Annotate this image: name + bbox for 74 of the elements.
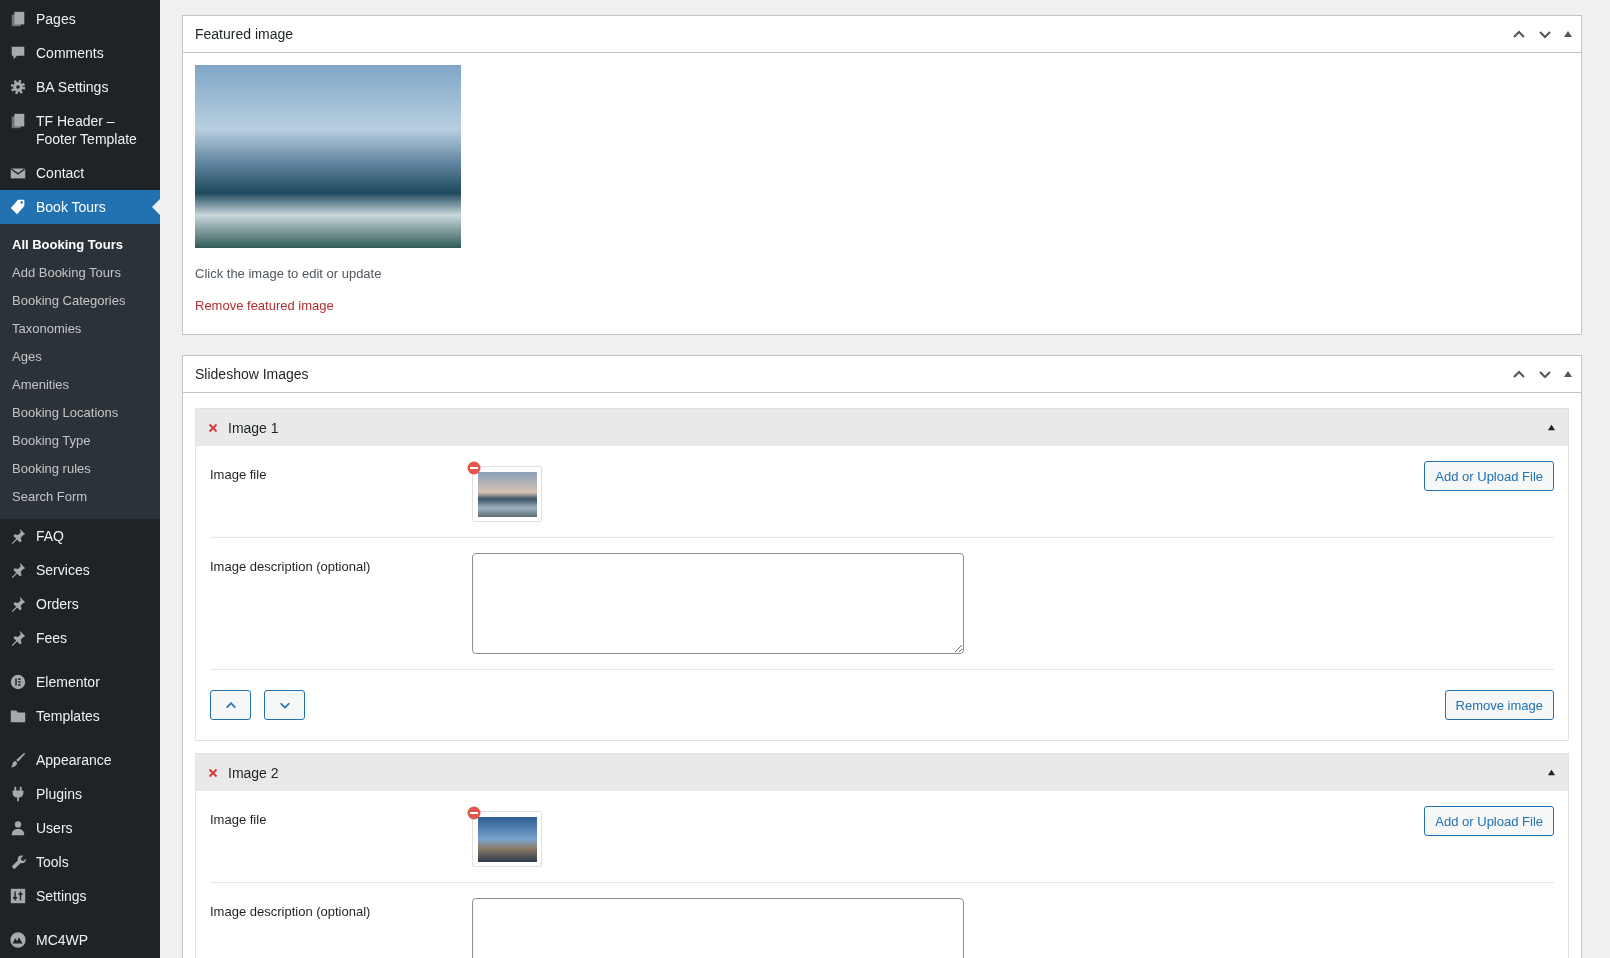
thumbnail-frame[interactable] [472, 811, 542, 867]
sidebar-item[interactable]: FAQ [0, 519, 160, 553]
collapse-triangle-icon[interactable] [1563, 29, 1573, 39]
toggle-triangle-icon[interactable] [1547, 768, 1556, 777]
sidebar-item[interactable]: Appearance [0, 743, 160, 777]
submenu-item[interactable]: Taxonomies [0, 315, 160, 343]
upload-button[interactable]: Add or Upload File [1424, 806, 1554, 836]
remove-badge-icon[interactable] [467, 461, 481, 475]
collapse-triangle-icon[interactable] [1563, 369, 1573, 379]
submenu-item[interactable]: Booking Locations [0, 399, 160, 427]
sidebar-item[interactable]: Settings [0, 879, 160, 913]
description-field[interactable] [472, 553, 964, 654]
move-down-button[interactable] [264, 690, 305, 720]
close-icon[interactable] [208, 767, 218, 778]
submenu-item[interactable]: Ages [0, 343, 160, 371]
upload-button[interactable]: Add or Upload File [1424, 461, 1554, 491]
pushpin-icon [9, 629, 27, 647]
page-icon [9, 10, 27, 28]
submenu-item[interactable]: Search Form [0, 483, 160, 511]
field-label: Image description (optional) [210, 558, 372, 574]
sidebar-item[interactable]: Comments [0, 36, 160, 70]
submenu-item[interactable]: Add Booking Tours [0, 259, 160, 287]
pushpin-icon [9, 595, 27, 613]
move-up-button[interactable] [210, 690, 251, 720]
sidebar-item[interactable]: BA Settings [0, 70, 160, 104]
photo-placeholder [477, 816, 537, 862]
gear-icon [9, 78, 27, 96]
photo-placeholder [477, 471, 537, 517]
sidebar-item[interactable]: Users [0, 811, 160, 845]
user-icon [9, 819, 27, 837]
close-icon[interactable] [208, 422, 218, 433]
sidebar-item[interactable]: Elementor [0, 665, 160, 699]
tag-icon [9, 198, 27, 216]
sliders-icon [9, 887, 27, 905]
panel-title: Featured image [195, 26, 295, 42]
submenu-item[interactable]: Booking Categories [0, 287, 160, 315]
pushpin-icon [9, 527, 27, 545]
sidebar-item[interactable]: MC4WP [0, 923, 160, 957]
field-label: Image file [210, 811, 268, 827]
current-pointer-icon [152, 199, 160, 215]
brush-icon [9, 751, 27, 769]
sidebar-item[interactable]: TF Header – Footer Template [0, 104, 160, 156]
circle-lines-icon [9, 673, 27, 691]
group-title: Image 2 [228, 764, 280, 781]
submenu-item[interactable]: Booking Type [0, 427, 160, 455]
page-icon [9, 112, 27, 130]
remove-badge-icon[interactable] [467, 806, 481, 820]
group-title: Image 1 [228, 419, 280, 436]
photo-placeholder[interactable] [195, 65, 461, 248]
group-header[interactable]: Image 1 [196, 409, 1568, 446]
thumbnail-frame[interactable] [472, 466, 542, 522]
field-label: Image file [210, 466, 268, 482]
sidebar-item[interactable]: Tools [0, 845, 160, 879]
sidebar-item[interactable]: Contact [0, 156, 160, 190]
submenu-item[interactable]: Amenities [0, 371, 160, 399]
sidebar-item[interactable]: Services [0, 553, 160, 587]
group-header[interactable]: Image 2 [196, 754, 1568, 791]
hint-text: Click the image to edit or update [195, 266, 383, 281]
wrench-icon [9, 853, 27, 871]
sidebar-item[interactable]: Plugins [0, 777, 160, 811]
remove-featured-image-link[interactable]: Remove featured image [195, 298, 334, 313]
sidebar-item[interactable]: Pages [0, 2, 160, 36]
pushpin-icon [9, 561, 27, 579]
toggle-triangle-icon[interactable] [1547, 423, 1556, 432]
sidebar-item[interactable]: Fees [0, 621, 160, 655]
submenu-item[interactable]: All Booking Tours [0, 231, 160, 259]
submenu-item[interactable]: Booking rules [0, 455, 160, 483]
panel-title: Slideshow Images [195, 366, 310, 382]
sidebar-item[interactable]: Templates [0, 699, 160, 733]
field-label: Image description (optional) [210, 903, 372, 919]
sidebar-item[interactable]: Book Tours [0, 190, 160, 224]
sidebar-item[interactable]: Orders [0, 587, 160, 621]
remove-image-button[interactable]: Remove image [1444, 690, 1554, 720]
mountain-circle-icon [9, 931, 27, 949]
